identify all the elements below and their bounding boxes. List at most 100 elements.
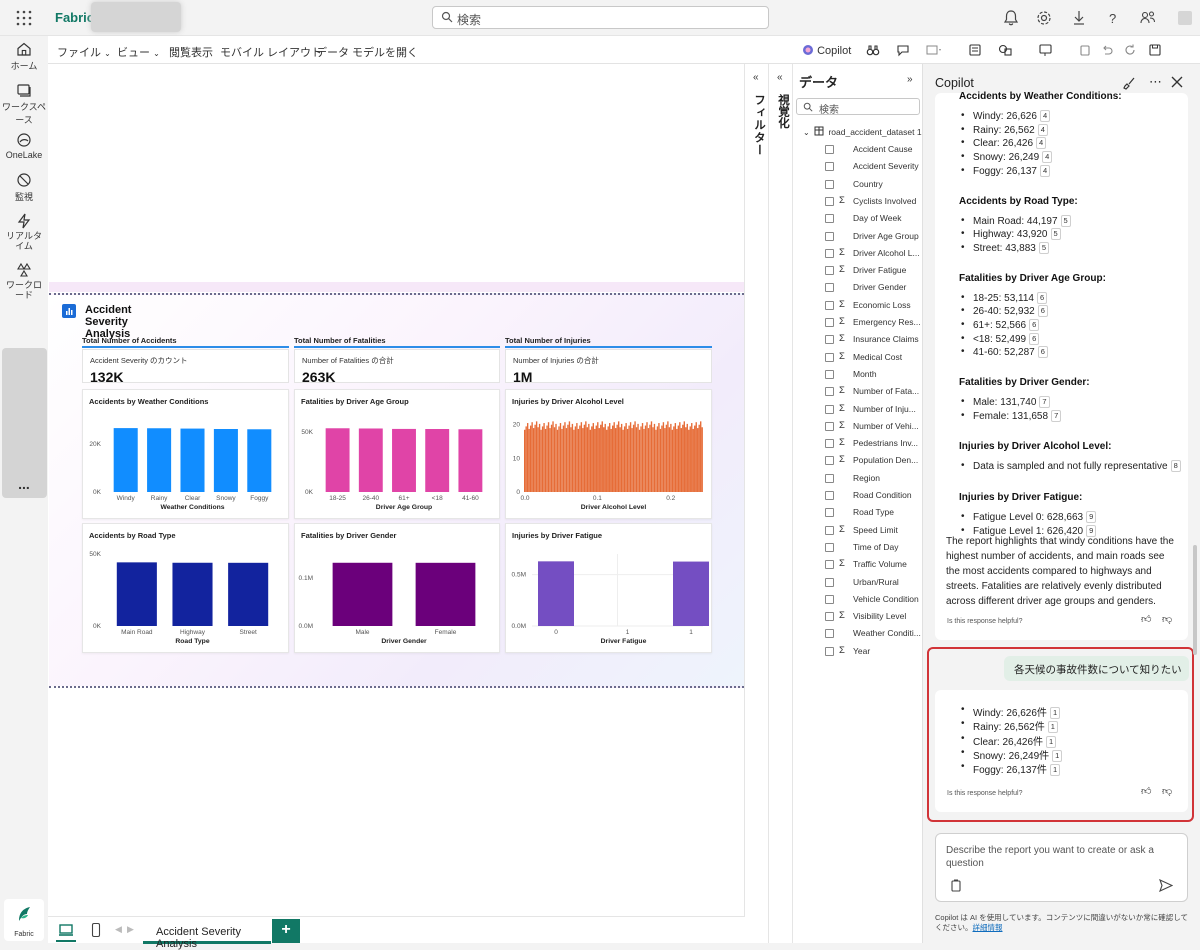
field-item[interactable]: Region — [825, 471, 925, 488]
fabric-home-button[interactable]: Fabric — [4, 899, 44, 941]
kpi-card-fatalities[interactable]: Number of Fatalities の合計 263K — [294, 349, 500, 385]
download-icon[interactable] — [1070, 9, 1088, 27]
rail-item-monitor[interactable]: 監視 — [0, 172, 48, 203]
field-checkbox[interactable] — [825, 162, 834, 172]
field-checkbox[interactable] — [825, 179, 834, 189]
field-item[interactable]: Weather Conditi... — [825, 626, 925, 643]
app-launcher-icon[interactable] — [14, 8, 34, 28]
field-item[interactable]: Σ Year — [825, 644, 925, 661]
table-node[interactable]: ⌄ road_accident_dataset 1 — [803, 126, 922, 137]
kpi-card-accidents[interactable]: Accident Severity のカウント 132K — [82, 349, 289, 385]
field-checkbox[interactable] — [825, 145, 834, 154]
thumbs-down-icon[interactable]: 👎︎ — [1162, 785, 1172, 797]
field-item[interactable]: Country — [825, 177, 925, 194]
field-item[interactable]: Σ Population Den... — [825, 453, 925, 470]
field-item[interactable]: Σ Driver Alcohol L... — [825, 246, 925, 263]
rail-item-workloads[interactable]: ワークロード — [0, 262, 48, 300]
thumbs-down-icon[interactable]: 👎︎ — [1162, 613, 1172, 625]
citation-badge[interactable]: 5 — [1050, 228, 1061, 241]
citation-badge[interactable]: 5 — [1060, 214, 1071, 227]
binoculars-icon[interactable] — [866, 43, 880, 57]
field-checkbox[interactable] — [825, 387, 834, 397]
citation-badge[interactable]: 6 — [1029, 319, 1040, 331]
rail-more-button[interactable]: ... — [0, 476, 48, 492]
field-checkbox[interactable] — [825, 335, 834, 345]
global-search-input[interactable]: 検索 — [432, 6, 769, 29]
collapse-data-icon[interactable]: » — [907, 74, 913, 85]
file-menu[interactable]: ファイル ⌄ — [57, 44, 111, 60]
next-page-icon[interactable]: ▶ — [127, 924, 134, 935]
field-item[interactable]: Month — [825, 367, 925, 384]
field-checkbox[interactable] — [825, 491, 834, 500]
field-checkbox[interactable] — [825, 594, 834, 604]
send-icon[interactable] — [1159, 879, 1173, 892]
rail-item-home[interactable]: ホーム — [0, 41, 48, 72]
citation-badge[interactable]: 7 — [1039, 396, 1050, 409]
citation-badge[interactable]: 6 — [1037, 305, 1048, 318]
comment-icon[interactable] — [896, 43, 910, 57]
field-item[interactable]: Σ Traffic Volume — [825, 557, 925, 574]
citation-badge[interactable]: 4 — [1039, 164, 1051, 177]
field-checkbox[interactable] — [825, 318, 834, 327]
field-item[interactable]: Σ Number of Fata... — [825, 384, 925, 401]
citation-badge[interactable]: 4 — [1037, 123, 1048, 136]
open-data-model-button[interactable]: データ モデルを開く — [316, 44, 418, 60]
thumbs-up-icon[interactable]: 👍︎ — [1141, 785, 1151, 797]
undo-icon[interactable] — [1100, 43, 1114, 57]
field-checkbox[interactable] — [825, 248, 834, 258]
citation-badge[interactable]: 6 — [1036, 291, 1048, 304]
visualizations-pane-collapsed[interactable]: « 視覚化 — [769, 64, 793, 943]
citation-badge[interactable]: 4 — [1042, 151, 1053, 164]
field-checkbox[interactable] — [825, 560, 834, 570]
citation-badge[interactable]: 6 — [1029, 332, 1040, 345]
details-link[interactable]: 詳細情報 — [973, 923, 1003, 932]
field-item[interactable]: Σ Emergency Res... — [825, 315, 925, 332]
data-search-input[interactable]: 検索 — [796, 98, 920, 116]
field-item[interactable]: Σ Speed Limit — [825, 523, 925, 540]
reading-view-button[interactable]: 閲覧表示 — [169, 44, 213, 60]
field-checkbox[interactable] — [825, 266, 834, 276]
filters-pane-collapsed[interactable]: « フィルター — [745, 64, 769, 943]
citation-badge[interactable]: 1 — [1046, 735, 1057, 748]
field-checkbox[interactable] — [825, 542, 834, 552]
copy-icon[interactable] — [1078, 43, 1092, 57]
field-checkbox[interactable] — [825, 300, 834, 310]
citation-badge[interactable]: 1 — [1049, 764, 1061, 777]
copilot-ribbon-button[interactable]: Copilot — [802, 44, 851, 57]
field-item[interactable]: Σ Economic Loss — [825, 298, 925, 315]
citation-badge[interactable]: 4 — [1036, 137, 1047, 150]
help-icon[interactable]: ? — [1104, 9, 1122, 27]
field-checkbox[interactable] — [825, 525, 834, 535]
citation-badge[interactable]: 5 — [1038, 241, 1049, 254]
prompt-guide-icon[interactable] — [950, 879, 962, 892]
textbox-icon[interactable] — [926, 43, 942, 57]
rail-item-workspaces[interactable]: ワークスペース — [0, 82, 48, 126]
field-checkbox[interactable] — [825, 369, 834, 379]
field-item[interactable]: Σ Pedestrians Inv... — [825, 436, 925, 453]
chart-card-gender[interactable]: Fatalities by Driver Gender 0.0M 0.1M Male… — [294, 523, 500, 653]
chart-card-fatigue[interactable]: Injuries by Driver Fatigue 0.0M 0.5M 0 1 1 Dr… — [505, 523, 712, 653]
field-item[interactable]: Σ Driver Fatigue — [825, 263, 925, 280]
page-icon[interactable] — [968, 43, 982, 57]
field-checkbox[interactable] — [825, 352, 834, 362]
field-item[interactable]: Urban/Rural — [825, 575, 925, 592]
kpi-card-injuries[interactable]: Number of Injuries の合計 1M — [505, 349, 712, 385]
add-page-button[interactable]: + — [272, 919, 300, 943]
citation-badge[interactable]: 7 — [1051, 409, 1062, 422]
save-icon[interactable] — [1148, 43, 1162, 57]
field-item[interactable]: Σ Visibility Level — [825, 609, 925, 626]
field-item[interactable]: Road Type — [825, 505, 925, 522]
share-people-icon[interactable] — [1139, 9, 1157, 27]
field-checkbox[interactable] — [825, 612, 834, 622]
field-item[interactable]: Time of Day — [825, 540, 925, 557]
field-item[interactable]: Accident Cause — [825, 142, 925, 159]
citation-badge[interactable]: 1 — [1052, 749, 1063, 762]
expand-viz-icon[interactable]: « — [777, 72, 783, 83]
settings-gear-icon[interactable] — [1035, 9, 1053, 27]
field-item[interactable]: Driver Age Group — [825, 229, 925, 246]
rail-item-onelake[interactable]: OneLake — [0, 132, 48, 160]
report-canvas[interactable]: Accident Severity Analysis Total Number … — [48, 64, 745, 916]
notifications-bell-icon[interactable] — [1002, 9, 1020, 27]
field-checkbox[interactable] — [825, 439, 834, 449]
field-checkbox[interactable] — [825, 646, 834, 656]
